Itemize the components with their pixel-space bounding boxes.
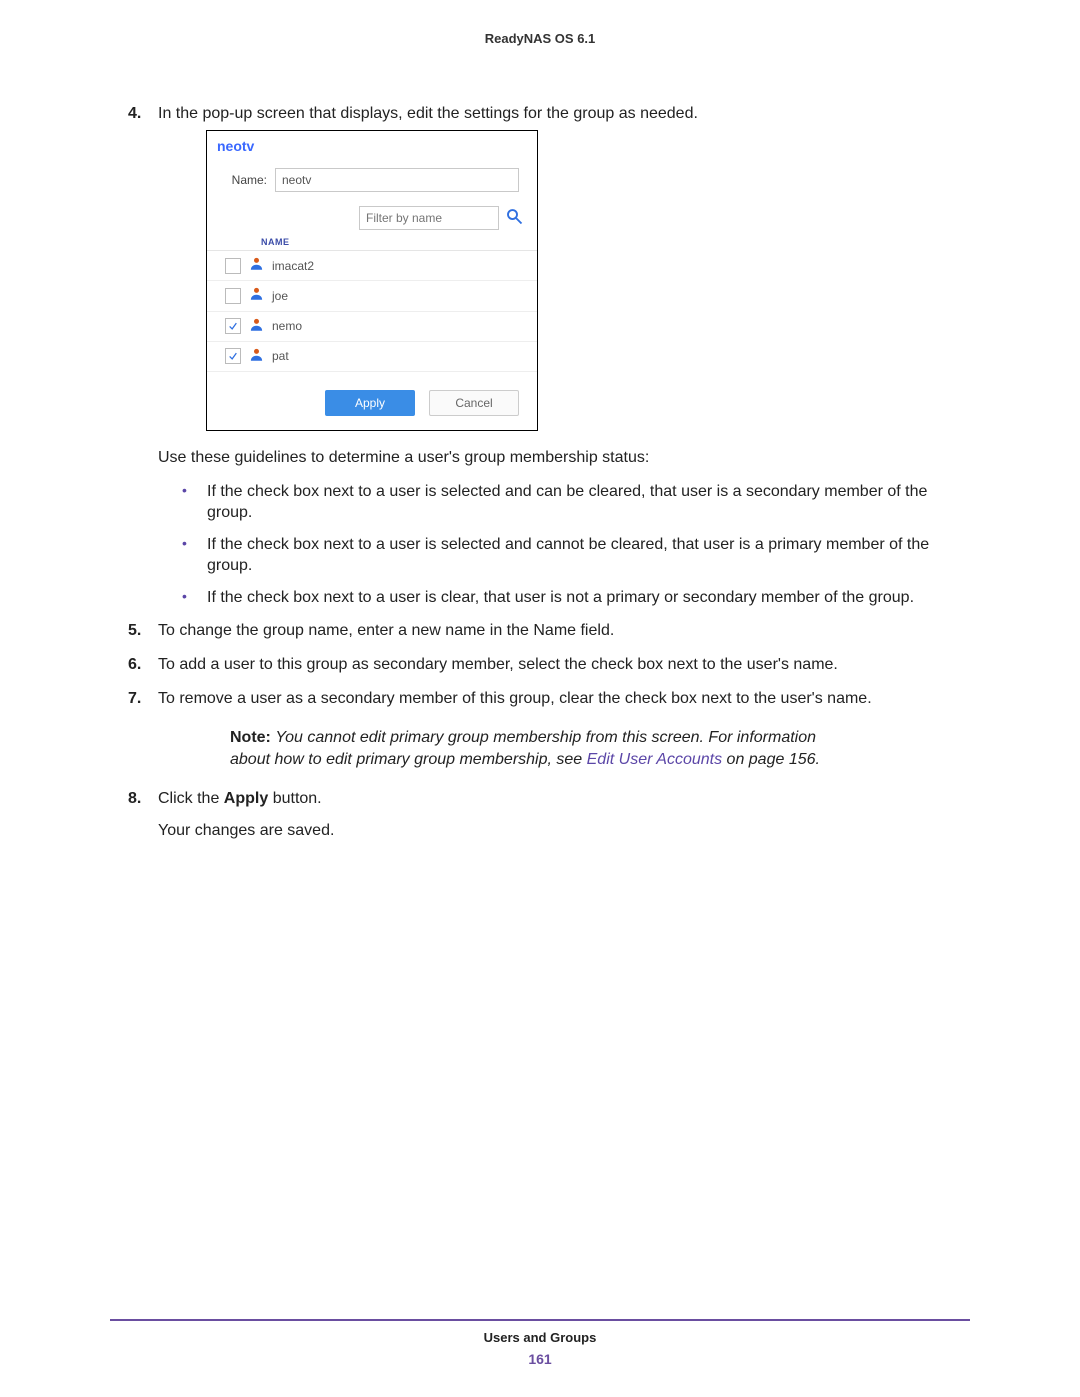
user-icon	[249, 317, 264, 336]
step-text: To remove a user as a secondary member o…	[158, 690, 872, 707]
step-5: 5. To change the group name, enter a new…	[110, 620, 970, 642]
step-text: Click the	[158, 790, 224, 807]
cancel-button[interactable]: Cancel	[429, 390, 519, 416]
step-text: To change the group name, enter a new na…	[158, 622, 614, 639]
step-number: 8.	[128, 788, 141, 810]
dialog-title: neotv	[207, 131, 537, 160]
column-header-name: NAME	[207, 236, 537, 251]
user-icon	[249, 347, 264, 366]
step-7: 7. To remove a user as a secondary membe…	[110, 688, 970, 771]
filter-input[interactable]	[359, 206, 499, 230]
checkbox-checked[interactable]	[225, 348, 241, 364]
user-row[interactable]: imacat2	[207, 251, 537, 281]
checkbox[interactable]	[225, 258, 241, 274]
checkbox[interactable]	[225, 288, 241, 304]
apply-word: Apply	[224, 790, 268, 807]
guidelines-lead: Use these guidelines to determine a user…	[158, 447, 970, 469]
step-6: 6. To add a user to this group as second…	[110, 654, 970, 676]
bullet-item: If the check box next to a user is selec…	[182, 534, 970, 577]
search-icon[interactable]	[505, 207, 523, 229]
step-number: 7.	[128, 688, 141, 710]
footer-page: 161	[110, 1350, 970, 1369]
step-number: 4.	[128, 103, 141, 125]
bullet-item: If the check box next to a user is clear…	[182, 587, 970, 609]
note-label: Note:	[230, 729, 271, 746]
step-text: In the pop-up screen that displays, edit…	[158, 105, 698, 122]
note-link[interactable]: Edit User Accounts	[587, 751, 722, 768]
step-8: 8. Click the Apply button. Your changes …	[110, 788, 970, 841]
user-name: pat	[272, 348, 289, 364]
checkbox-checked[interactable]	[225, 318, 241, 334]
step-text: button.	[268, 790, 321, 807]
step-number: 6.	[128, 654, 141, 676]
user-row[interactable]: joe	[207, 281, 537, 311]
step-number: 5.	[128, 620, 141, 642]
group-edit-dialog: neotv Name: NAME	[206, 130, 538, 431]
apply-button[interactable]: Apply	[325, 390, 415, 416]
name-field[interactable]	[275, 168, 519, 192]
user-row[interactable]: nemo	[207, 312, 537, 342]
bullet-item: If the check box next to a user is selec…	[182, 481, 970, 524]
user-icon	[249, 286, 264, 305]
user-name: nemo	[272, 318, 302, 334]
user-name: joe	[272, 288, 288, 304]
step-4: 4. In the pop-up screen that displays, e…	[110, 103, 970, 609]
page-header: ReadyNAS OS 6.1	[110, 30, 970, 48]
step-text: To add a user to this group as secondary…	[158, 656, 838, 673]
user-row[interactable]: pat	[207, 342, 537, 372]
user-name: imacat2	[272, 258, 314, 274]
note-text: on page 156.	[722, 751, 820, 768]
note-block: Note: You cannot edit primary group memb…	[230, 727, 850, 770]
name-label: Name:	[225, 172, 267, 188]
step-result: Your changes are saved.	[158, 820, 970, 842]
user-icon	[249, 256, 264, 275]
page-footer: Users and Groups 161	[110, 1319, 970, 1369]
footer-section: Users and Groups	[110, 1329, 970, 1347]
